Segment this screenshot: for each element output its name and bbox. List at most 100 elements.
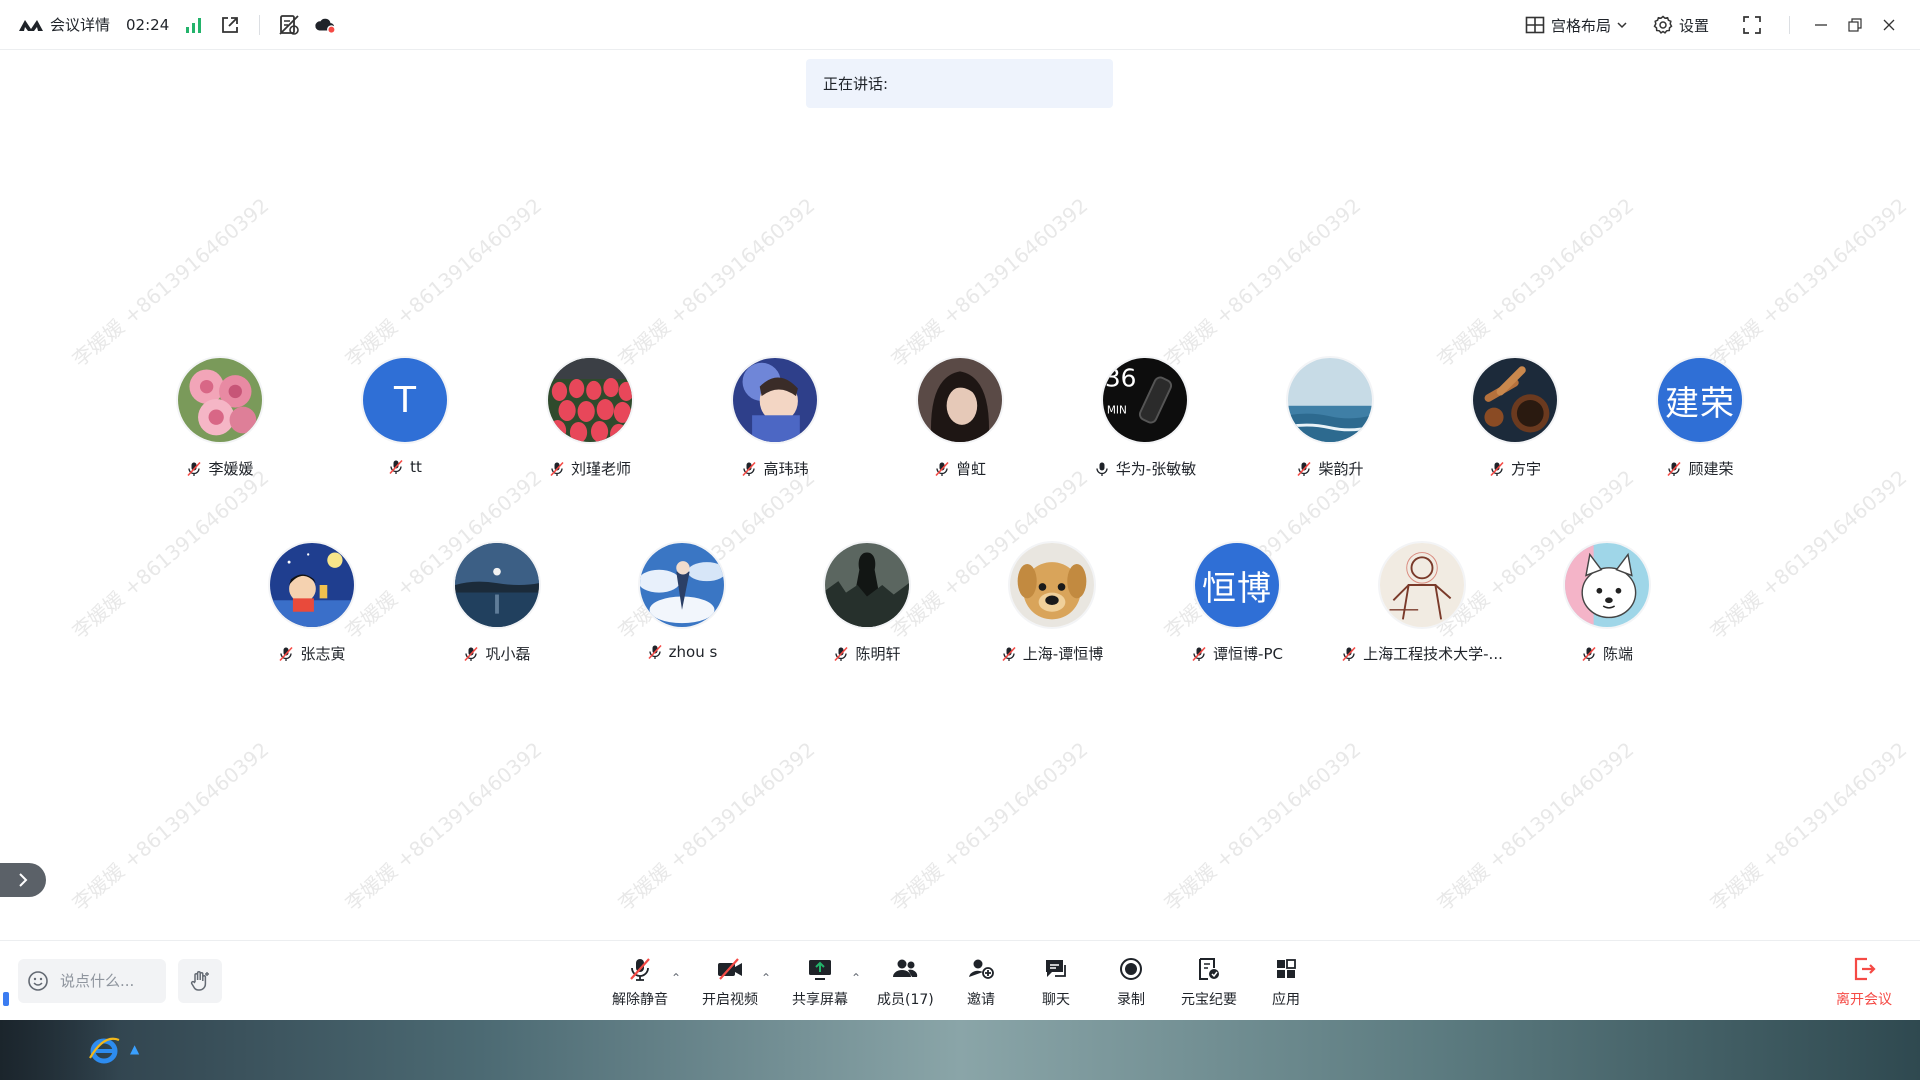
participant-tile[interactable]: 恒博 谭恒博-PC xyxy=(1152,541,1322,664)
participant-tile[interactable]: 刘瑾老师 xyxy=(505,356,675,479)
grid-layout-button[interactable]: 宫格布局 xyxy=(1525,15,1627,36)
close-button[interactable] xyxy=(1872,8,1906,42)
avatar xyxy=(1471,356,1559,444)
participant-name-row: 陈明轩 xyxy=(833,643,901,664)
minutes-button[interactable]: 元宝纪要 xyxy=(1181,955,1237,1009)
internet-explorer-icon[interactable] xyxy=(86,1032,122,1068)
meeting-details-link[interactable]: 会议详情 xyxy=(50,14,110,35)
avatar-initial: 恒博 xyxy=(1202,568,1272,609)
watermark-text: 李媛媛 +8613916460392 xyxy=(613,193,820,372)
mic-muted-icon xyxy=(463,646,479,662)
participant-name-row: zhou s xyxy=(647,643,717,661)
avatar: 建荣 xyxy=(1656,356,1744,444)
watermark-text: 李媛媛 +8613916460392 xyxy=(1705,465,1912,644)
settings-button[interactable]: 设置 xyxy=(1653,15,1709,36)
watermark-text: 李媛媛 +8613916460392 xyxy=(886,737,1093,916)
windows-taskbar: ▲ xyxy=(0,1020,1920,1080)
participant-tile[interactable]: 建荣顾建荣 xyxy=(1615,356,1785,479)
avatar xyxy=(638,541,726,629)
participant-tile[interactable]: 陈明轩 xyxy=(782,541,952,664)
participant-tile[interactable]: 上海-谭恒博 xyxy=(967,541,1137,664)
unmute-button[interactable]: 解除静音 xyxy=(612,955,668,1009)
participant-tile[interactable]: 陈端 xyxy=(1522,541,1692,664)
mic-muted-icon xyxy=(647,644,663,660)
watermark-text: 李媛媛 +8613916460392 xyxy=(67,193,274,372)
watermark-text: 李媛媛 +8613916460392 xyxy=(67,737,274,916)
avatar xyxy=(1008,541,1096,629)
mic-muted-icon xyxy=(186,461,202,477)
participant-name: 陈端 xyxy=(1602,645,1633,663)
start-video-button[interactable]: 开启视频 xyxy=(702,955,758,1009)
audio-options-caret[interactable]: ⌃ xyxy=(671,971,681,985)
participant-name: 上海-谭恒博 xyxy=(1022,645,1104,663)
raise-hand-button[interactable] xyxy=(178,959,222,1003)
participant-name-row: 方宇 xyxy=(1489,458,1541,479)
mic-muted-icon xyxy=(627,955,653,983)
share-options-caret[interactable]: ⌃ xyxy=(851,971,861,985)
record-button[interactable]: 录制 xyxy=(1117,955,1145,1009)
watermark-text: 李媛媛 +8613916460392 xyxy=(1432,737,1639,916)
restore-icon xyxy=(1848,18,1862,32)
apps-icon xyxy=(1274,955,1298,983)
participant-name-row: 曾虹 xyxy=(934,458,986,479)
participant-tile[interactable]: 高玮玮 xyxy=(690,356,860,479)
participant-tile[interactable]: 巩小磊 xyxy=(412,541,582,664)
share-screen-icon xyxy=(806,955,834,983)
camera-off-icon xyxy=(716,955,744,983)
participant-tile[interactable]: 李媛媛 xyxy=(135,356,305,479)
restore-button[interactable] xyxy=(1838,8,1872,42)
avatar: 恒博 xyxy=(1193,541,1281,629)
avatar xyxy=(731,356,819,444)
share-external-icon[interactable] xyxy=(219,14,241,36)
record-icon xyxy=(1118,955,1144,983)
share-screen-button[interactable]: 共享屏幕 xyxy=(792,955,848,1009)
cloud-record-icon[interactable] xyxy=(314,14,337,36)
recording-off-icon[interactable] xyxy=(278,14,300,36)
chat-label: 聊天 xyxy=(1042,992,1070,1008)
leave-icon xyxy=(1851,955,1877,983)
members-button[interactable]: 成员(17) xyxy=(877,955,934,1009)
mic-muted-icon xyxy=(833,646,849,662)
mic-muted-icon xyxy=(1666,461,1682,477)
participant-tile[interactable]: 方宇 xyxy=(1430,356,1600,479)
close-icon xyxy=(1883,19,1895,31)
participant-name: 李媛媛 xyxy=(208,460,254,478)
expand-sidebar-button[interactable] xyxy=(0,863,46,897)
mic-muted-icon xyxy=(934,461,950,477)
chat-button[interactable]: 聊天 xyxy=(1042,955,1070,1009)
participant-name: tt xyxy=(410,458,422,476)
participant-name: 华为-张敏敏 xyxy=(1115,460,1197,478)
participant-name: 顾建荣 xyxy=(1688,460,1734,478)
participant-tile[interactable]: 张志寅 xyxy=(227,541,397,664)
participant-tile[interactable]: 上海工程技术大学-... xyxy=(1337,541,1507,664)
titlebar-divider xyxy=(259,14,261,35)
avatar xyxy=(268,541,356,629)
participant-tile[interactable]: Ttt xyxy=(320,356,490,476)
watermark-text: 李媛媛 +8613916460392 xyxy=(340,737,547,916)
watermark-text: 李媛媛 +8613916460392 xyxy=(1159,737,1366,916)
participant-name-row: 柴韵升 xyxy=(1296,458,1364,479)
video-options-caret[interactable]: ⌃ xyxy=(761,971,771,985)
leave-meeting-button[interactable]: 离开会议 xyxy=(1836,955,1892,1009)
avatar xyxy=(1286,356,1374,444)
participant-name-row: 巩小磊 xyxy=(463,643,531,664)
signal-strength-icon[interactable] xyxy=(183,14,205,36)
participant-tile[interactable]: zhou s xyxy=(597,541,767,661)
participant-tile[interactable]: 36 MIN 华为-张敏敏 xyxy=(1060,356,1230,479)
taskbar-caret-icon[interactable]: ▲ xyxy=(130,1042,139,1056)
minimize-button[interactable] xyxy=(1804,8,1838,42)
mic-muted-icon xyxy=(278,646,294,662)
chat-icon xyxy=(1043,955,1069,983)
fullscreen-button[interactable] xyxy=(1735,8,1769,42)
minutes-icon xyxy=(1196,955,1222,983)
participant-name-row: 陈端 xyxy=(1581,643,1633,664)
emoji-icon[interactable] xyxy=(27,970,49,992)
participant-tile[interactable]: 柴韵升 xyxy=(1245,356,1415,479)
mic-muted-icon xyxy=(549,461,565,477)
participant-tile[interactable]: 曾虹 xyxy=(875,356,1045,479)
minutes-label: 元宝纪要 xyxy=(1181,992,1237,1008)
avatar-initial: 建荣 xyxy=(1665,383,1735,424)
invite-button[interactable]: 邀请 xyxy=(967,955,995,1009)
apps-button[interactable]: 应用 xyxy=(1272,955,1300,1009)
participant-name-row: 顾建荣 xyxy=(1666,458,1734,479)
